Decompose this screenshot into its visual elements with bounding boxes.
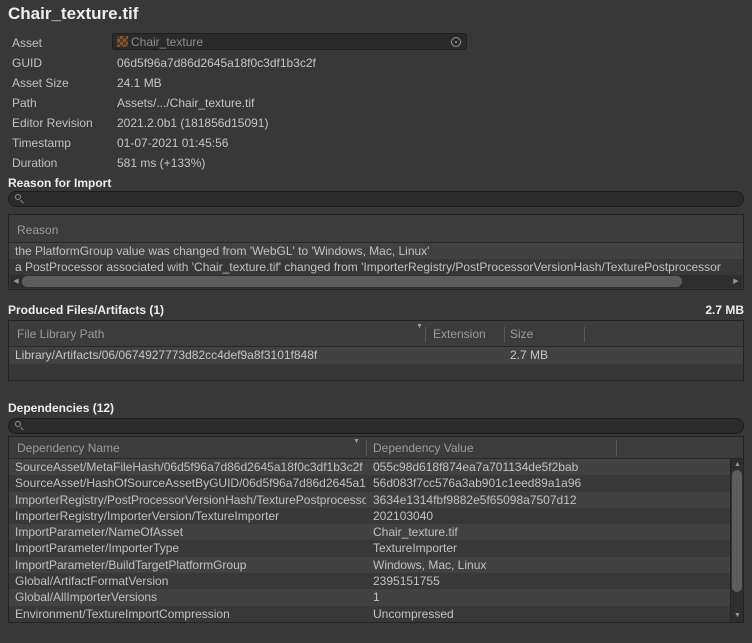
reason-row[interactable]: a PostProcessor associated with 'Chair_t… (9, 259, 743, 275)
dependency-value: 56d083f7cc576a3ab901c1eed89a1a96 (366, 475, 743, 491)
produced-table-header: File Library Path ▼ Extension Size (9, 321, 743, 347)
search-icon (15, 194, 25, 204)
column-divider[interactable] (616, 440, 617, 456)
dependency-row[interactable]: SourceAsset/MetaFileHash/06d5f96a7d86d26… (9, 459, 743, 475)
sort-indicator-icon[interactable]: ▼ (416, 323, 423, 330)
dependency-value: TextureImporter (366, 540, 743, 556)
dependency-row[interactable]: SourceAsset/HashOfSourceAssetByGUID/06d5… (9, 475, 743, 491)
column-divider[interactable] (366, 440, 367, 456)
asset-object-field-value: Chair_texture (131, 35, 450, 49)
column-divider[interactable] (584, 327, 585, 342)
info-row-path: Path Assets/.../Chair_texture.tif (0, 93, 752, 113)
dependency-value: 2395151755 (366, 573, 743, 589)
dependency-name: ImportParameter/ImporterType (9, 540, 366, 556)
reason-row[interactable]: the PlatformGroup value was changed from… (9, 243, 743, 259)
sort-indicator-icon[interactable]: ▼ (353, 438, 360, 445)
column-divider[interactable] (504, 327, 505, 342)
texture-thumbnail-icon (117, 36, 128, 47)
dependencies-search-input[interactable] (29, 419, 737, 433)
reason-column-header[interactable]: Reason (17, 223, 58, 237)
reason-table: Reason the PlatformGroup value was chang… (8, 214, 744, 290)
reason-section-heading: Reason for Import (8, 176, 111, 190)
scroll-up-icon[interactable]: ▲ (731, 460, 744, 470)
asset-size-label: Asset Size (12, 76, 69, 90)
produced-files-table: File Library Path ▼ Extension Size Libra… (8, 320, 744, 381)
dependency-row[interactable]: ImportParameter/ImporterType TextureImpo… (9, 540, 743, 556)
reason-table-header[interactable]: Reason (9, 215, 743, 243)
dependency-name: ImporterRegistry/ImporterVersion/Texture… (9, 508, 366, 524)
reason-scrollbar-thumb[interactable] (22, 276, 682, 287)
dependency-value: 3634e1314fbf9882e5f65098a7507d12 (366, 492, 743, 508)
editor-revision-label: Editor Revision (12, 116, 93, 130)
dependency-name: ImporterRegistry/PostProcessorVersionHas… (9, 492, 366, 508)
dependency-row[interactable]: ImporterRegistry/ImporterVersion/Texture… (9, 508, 743, 524)
reason-horizontal-scrollbar[interactable]: ◀ ▶ (10, 275, 742, 288)
asset-object-field[interactable]: Chair_texture (112, 33, 467, 50)
dependency-value: Windows, Mac, Linux (366, 557, 743, 573)
path-value: Assets/.../Chair_texture.tif (117, 96, 254, 110)
scroll-right-icon[interactable]: ▶ (730, 275, 742, 288)
reason-search-input[interactable] (29, 192, 737, 206)
dependency-value: Uncompressed (366, 606, 743, 622)
info-row-timestamp: Timestamp 01-07-2021 01:45:56 (0, 133, 752, 153)
dependencies-vertical-scrollbar[interactable]: ▲ ▼ (730, 459, 743, 622)
dependencies-scrollbar-thumb[interactable] (732, 470, 742, 592)
produced-table-empty-area (9, 364, 743, 380)
column-header-dependency-name[interactable]: Dependency Name (17, 441, 120, 455)
column-header-dependency-value[interactable]: Dependency Value (373, 441, 474, 455)
dependencies-section-heading: Dependencies (12) (8, 401, 114, 415)
produced-file-path: Library/Artifacts/06/0674927773d82cc4def… (15, 347, 317, 364)
object-picker-icon[interactable] (450, 36, 462, 48)
dependencies-table-header: Dependency Name ▼ Dependency Value (9, 437, 743, 459)
info-row-asset-size: Asset Size 24.1 MB (0, 73, 752, 93)
dependency-row[interactable]: Global/AllImporterVersions 1 (9, 589, 743, 605)
info-row-guid: GUID 06d5f96a7d86d2645a18f0c3df1b3c2f (0, 53, 752, 73)
dependency-name: Environment/TextureImportCompression (9, 606, 366, 622)
duration-value: 581 ms (+133%) (117, 156, 205, 170)
guid-label: GUID (12, 56, 42, 70)
editor-revision-value: 2021.2.0b1 (181856d15091) (117, 116, 268, 130)
guid-value: 06d5f96a7d86d2645a18f0c3df1b3c2f (117, 56, 316, 70)
column-header-size[interactable]: Size (510, 327, 533, 341)
dependency-name: Global/ArtifactFormatVersion (9, 573, 366, 589)
scroll-left-icon[interactable]: ◀ (10, 275, 22, 288)
dependency-name: SourceAsset/MetaFileHash/06d5f96a7d86d26… (9, 459, 366, 475)
column-divider[interactable] (425, 327, 426, 342)
asset-label: Asset (12, 36, 42, 50)
produced-total-size: 2.7 MB (8, 303, 744, 317)
dependency-row[interactable]: ImportParameter/NameOfAsset Chair_textur… (9, 524, 743, 540)
reason-search-box[interactable] (8, 191, 744, 207)
dependency-name: ImportParameter/NameOfAsset (9, 524, 366, 540)
page-title: Chair_texture.tif (8, 4, 138, 24)
dependency-name: SourceAsset/HashOfSourceAssetByGUID/06d5… (9, 475, 366, 491)
dependency-name: Global/AllImporterVersions (9, 589, 366, 605)
dependency-value: 1 (366, 589, 743, 605)
dependency-value: 055c98d618f874ea7a701134de5f2bab (366, 459, 743, 475)
column-header-extension[interactable]: Extension (433, 327, 486, 341)
duration-label: Duration (12, 156, 57, 170)
info-row-duration: Duration 581 ms (+133%) (0, 153, 752, 173)
column-header-file-library-path[interactable]: File Library Path (17, 327, 104, 341)
asset-size-value: 24.1 MB (117, 76, 162, 90)
dependencies-table: Dependency Name ▼ Dependency Value Sourc… (8, 436, 744, 623)
dependency-row[interactable]: Environment/TextureImportCompression Unc… (9, 606, 743, 622)
timestamp-label: Timestamp (12, 136, 71, 150)
dependency-name: ImportParameter/BuildTargetPlatformGroup (9, 557, 366, 573)
dependencies-search-box[interactable] (8, 418, 744, 434)
produced-file-size: 2.7 MB (510, 347, 548, 364)
scroll-down-icon[interactable]: ▼ (731, 611, 744, 621)
asset-row: Asset Chair_texture (0, 33, 752, 53)
search-icon (15, 421, 25, 431)
produced-file-row[interactable]: Library/Artifacts/06/0674927773d82cc4def… (9, 347, 743, 364)
dependency-value: 202103040 (366, 508, 743, 524)
path-label: Path (12, 96, 37, 110)
dependency-row[interactable]: ImporterRegistry/PostProcessorVersionHas… (9, 492, 743, 508)
dependency-row[interactable]: ImportParameter/BuildTargetPlatformGroup… (9, 557, 743, 573)
info-row-editor-revision: Editor Revision 2021.2.0b1 (181856d15091… (0, 113, 752, 133)
timestamp-value: 01-07-2021 01:45:56 (117, 136, 228, 150)
dependency-value: Chair_texture.tif (366, 524, 743, 540)
dependency-row[interactable]: Global/ArtifactFormatVersion 2395151755 (9, 573, 743, 589)
